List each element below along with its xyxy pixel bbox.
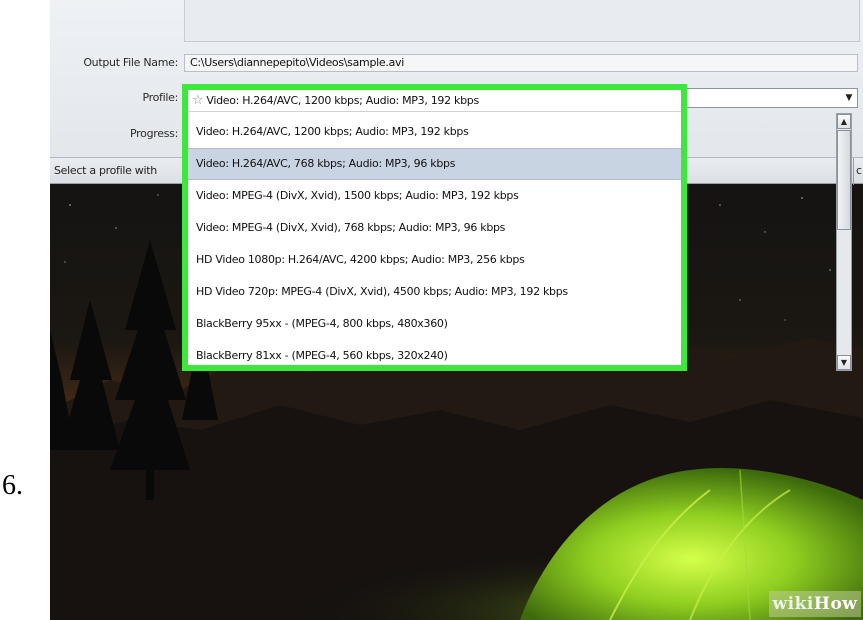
- preview-box: [184, 0, 860, 42]
- profile-option[interactable]: Video: H.264/AVC, 1200 kbps; Audio: MP3,…: [188, 116, 681, 148]
- watermark-how: How: [813, 594, 858, 614]
- scroll-up-icon[interactable]: ▲: [837, 114, 851, 129]
- profile-option-hovered[interactable]: Video: H.264/AVC, 768 kbps; Audio: MP3, …: [188, 148, 681, 180]
- profile-option[interactable]: HD Video 720p: MPEG-4 (DivX, Xvid), 4500…: [188, 276, 681, 308]
- dropdown-scrollbar[interactable]: ▲ ▼: [836, 113, 852, 371]
- star-icon[interactable]: ☆: [192, 90, 204, 111]
- profile-selected-value[interactable]: ☆ Video: H.264/AVC, 1200 kbps; Audio: MP3…: [188, 90, 681, 112]
- status-edge-text: c: [853, 158, 863, 185]
- scroll-thumb[interactable]: [837, 130, 851, 230]
- profile-option[interactable]: HD Video 1080p: H.264/AVC, 4200 kbps; Au…: [188, 244, 681, 276]
- profile-option[interactable]: Video: MPEG-4 (DivX, Xvid), 768 kbps; Au…: [188, 212, 681, 244]
- scroll-down-icon[interactable]: ▼: [837, 355, 851, 370]
- profile-label: Profile:: [142, 91, 178, 104]
- wikihow-watermark: wikiHow: [769, 591, 861, 617]
- profile-option[interactable]: BlackBerry 95xx - (MPEG-4, 800 kbps, 480…: [188, 308, 681, 340]
- progress-label: Progress:: [130, 127, 178, 140]
- output-file-name-label: Output File Name:: [83, 56, 178, 69]
- status-text: Select a profile with: [54, 164, 157, 177]
- profile-selected-label: Video: H.264/AVC, 1200 kbps; Audio: MP3,…: [206, 94, 479, 107]
- step-number: 6.: [2, 470, 23, 501]
- profile-option[interactable]: Video: MPEG-4 (DivX, Xvid), 1500 kbps; A…: [188, 180, 681, 212]
- profile-dropdown[interactable]: ☆ Video: H.264/AVC, 1200 kbps; Audio: MP3…: [182, 84, 687, 371]
- profile-option-list: Video: H.264/AVC, 1200 kbps; Audio: MP3,…: [188, 116, 681, 372]
- profile-option[interactable]: BlackBerry 81xx - (MPEG-4, 560 kbps, 320…: [188, 340, 681, 372]
- watermark-wiki: wiki: [772, 594, 814, 614]
- chevron-down-icon[interactable]: ▼: [841, 89, 857, 107]
- screenshot-frame: Output File Name: C:\Users\diannepepito\…: [50, 0, 863, 620]
- output-file-name-field[interactable]: C:\Users\diannepepito\Videos\sample.avi: [184, 54, 858, 72]
